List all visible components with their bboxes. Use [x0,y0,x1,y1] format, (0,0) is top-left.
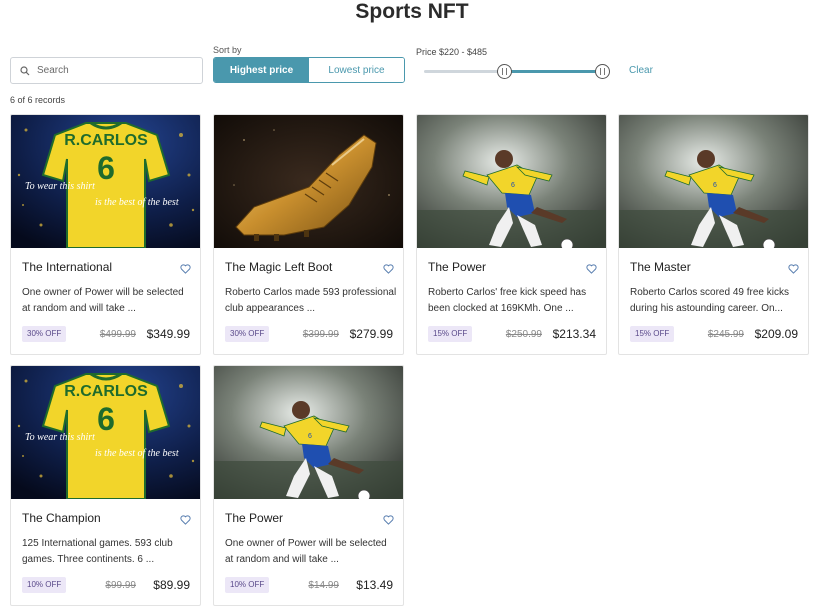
current-price: $349.99 [146,327,190,341]
price-min-handle[interactable] [496,64,512,79]
nft-card[interactable]: 6 The Master Roberto Carlos scored 49 fre… [618,114,809,355]
nft-image[interactable] [214,115,403,248]
discount-badge: 30% OFF [22,326,67,342]
nft-card[interactable]: 6 The Power One owner of Power will be se… [213,365,404,606]
svg-text:6: 6 [97,401,115,437]
current-price: $209.09 [754,327,798,341]
nft-title: The Champion [22,511,101,525]
sort-lowest-price-button[interactable]: Lowest price [309,58,404,82]
nft-card[interactable]: 6 The Power Roberto Carlos' free kick spe… [416,114,607,355]
nft-image[interactable]: 6 [619,115,808,248]
sort-toggle-group: Highest price Lowest price [213,57,405,83]
heart-icon[interactable] [383,261,394,279]
original-price: $250.99 [505,329,542,340]
nft-image[interactable]: R.CARLOS 6 To wear this shirt is the bes… [11,366,200,499]
price-range-fill [504,70,602,73]
current-price: $213.34 [552,327,596,341]
nft-description: 125 International games. 593 club games.… [22,538,173,565]
original-price: $245.99 [707,329,744,340]
svg-text:6: 6 [308,433,312,440]
current-price: $89.99 [153,578,190,592]
page-title: Sports NFT [355,0,469,23]
original-price: $14.99 [308,580,339,591]
discount-badge: 15% OFF [630,326,675,342]
nft-title: The Master [630,260,691,274]
svg-text:To wear this shirt: To wear this shirt [25,432,95,443]
svg-text:is the best of the best: is the best of the best [95,197,179,208]
current-price: $13.49 [356,578,393,592]
nft-title: The Power [225,511,284,525]
price-range-label: Price $220 - $485 [416,47,488,57]
sort-highest-price-button[interactable]: Highest price [214,58,309,82]
original-price: $499.99 [99,329,136,340]
nft-card[interactable]: R.CARLOS 6 To wear this shirt is the bes… [10,114,201,355]
heart-icon[interactable] [180,261,191,279]
svg-text:To wear this shirt: To wear this shirt [25,181,95,192]
search-box[interactable] [10,57,203,84]
svg-text:is the best of the best: is the best of the best [95,448,179,459]
original-price: $99.99 [105,580,136,591]
nft-image[interactable]: 6 [417,115,606,248]
nft-description: Roberto Carlos' free kick speed has been… [428,287,587,314]
nft-card[interactable]: The Magic Left Boot Roberto Carlos made 5… [213,114,404,355]
nft-description: Roberto Carlos scored 49 free kicks duri… [630,287,789,314]
nft-image[interactable]: 6 [214,366,403,499]
heart-icon[interactable] [180,512,191,530]
search-input[interactable] [37,62,197,79]
price-max-handle[interactable] [594,64,610,79]
discount-badge: 10% OFF [225,577,270,593]
svg-text:6: 6 [511,182,515,189]
discount-badge: 15% OFF [428,326,473,342]
heart-icon[interactable] [383,512,394,530]
sort-label: Sort by [213,45,242,55]
nft-title: The Magic Left Boot [225,260,333,274]
svg-text:6: 6 [713,182,717,189]
discount-badge: 30% OFF [225,326,270,342]
heart-icon[interactable] [788,261,799,279]
search-icon [20,66,30,76]
nft-title: The Power [428,260,487,274]
nft-description: One owner of Power will be selected at r… [225,538,387,565]
nft-description: Roberto Carlos made 593 professional clu… [225,287,397,314]
records-count: 6 of 6 records [10,95,66,105]
original-price: $399.99 [302,329,339,340]
nft-title: The International [22,260,113,274]
current-price: $279.99 [349,327,393,341]
nft-description: One owner of Power will be selected at r… [22,287,184,314]
discount-badge: 10% OFF [22,577,67,593]
svg-text:R.CARLOS: R.CARLOS [64,383,148,400]
heart-icon[interactable] [586,261,597,279]
nft-image[interactable]: R.CARLOS 6 To wear this shirt is the bes… [11,115,200,248]
svg-text:R.CARLOS: R.CARLOS [64,132,148,149]
svg-text:6: 6 [97,150,115,186]
nft-card[interactable]: R.CARLOS 6 To wear this shirt is the bes… [10,365,201,606]
price-range-slider[interactable] [424,64,610,79]
clear-filter-link[interactable]: Clear [629,65,653,76]
